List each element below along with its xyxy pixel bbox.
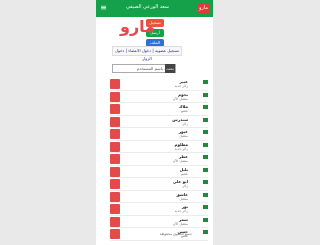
user-status: متصل الآن <box>172 96 188 101</box>
user-status: عضو <box>181 109 188 113</box>
hamburger-icon[interactable]: ≡ <box>98 3 109 13</box>
avatar <box>110 216 120 227</box>
user-list-item[interactable]: غيور متصل <box>110 128 208 141</box>
user-status: متصل <box>179 134 188 138</box>
user-list-item[interactable]: مظلوم زائر جديد <box>110 140 208 153</box>
flag-icon <box>203 217 208 222</box>
user-list-item[interactable]: نجوم متصل الآن <box>110 90 208 103</box>
flag-icon <box>203 180 208 184</box>
avatar <box>110 104 120 114</box>
flag-icon <box>203 230 208 234</box>
avatar <box>110 204 120 214</box>
avatar <box>110 179 120 189</box>
search-button[interactable]: بحث <box>165 64 175 73</box>
user-list-item[interactable]: عبير زائر جديد <box>110 78 208 91</box>
flag-icon <box>203 155 208 159</box>
site-logo: مارو <box>112 12 182 38</box>
avatar <box>110 141 120 152</box>
flag-icon <box>203 105 208 109</box>
avatar <box>110 166 120 177</box>
user-status: عضو <box>181 171 188 176</box>
user-status: متصل <box>179 196 188 201</box>
user-status: زائر <box>182 121 188 126</box>
user-list-item[interactable]: ملاك عضو <box>110 103 208 116</box>
flag-icon <box>203 117 208 122</box>
user-list-item[interactable]: نور زائر جديد <box>110 203 208 216</box>
user-list: عبير زائر جديد نجوم متصل الآن ملاك عضو سندرس زا… <box>110 78 208 241</box>
nav-links[interactable]: تسجيل عضوية | دخول الاعضاء | دخول الزوار <box>112 46 182 61</box>
user-list-item[interactable]: عطر متصل الآن <box>110 153 208 166</box>
user-list-item[interactable]: بلبل عضو <box>110 165 208 178</box>
user-status: زائر جديد <box>174 84 189 88</box>
svg-text:مارو: مارو <box>119 17 155 36</box>
user-status: زائر <box>182 184 188 188</box>
user-list-item[interactable]: عاشق متصل <box>110 190 208 203</box>
avatar <box>110 191 120 202</box>
avatar <box>110 129 120 139</box>
page-title: سعد الورعي الصيفي <box>126 4 169 10</box>
user-status: متصل الآن <box>172 159 188 163</box>
footer-credit: جميع الحقوق محفوظة <box>159 232 192 236</box>
flag-icon <box>203 130 208 134</box>
flag-icon <box>203 167 208 172</box>
user-status: زائر جديد <box>174 209 189 213</box>
flag-icon <box>203 142 208 147</box>
user-status: متصل الآن <box>172 221 188 226</box>
site-logo-mini[interactable]: مارو <box>198 3 209 14</box>
avatar <box>110 91 120 102</box>
flag-icon <box>203 192 208 197</box>
page: ≡ سعد الورعي الصيفي مارو تسجيل أرسل المل… <box>0 0 320 245</box>
flag-icon <box>203 92 208 97</box>
logo-graphic: مارو <box>119 17 155 36</box>
user-list-item[interactable]: سمر متصل الآن <box>110 215 208 228</box>
user-status: زائر جديد <box>174 146 189 151</box>
flag-icon <box>203 80 208 84</box>
flag-icon <box>203 205 208 209</box>
user-list-item[interactable]: ابو علي زائر <box>110 178 208 191</box>
avatar <box>110 154 120 164</box>
user-list-item[interactable]: سندرس زائر <box>110 115 208 128</box>
avatar <box>110 79 120 89</box>
avatar <box>110 116 120 127</box>
